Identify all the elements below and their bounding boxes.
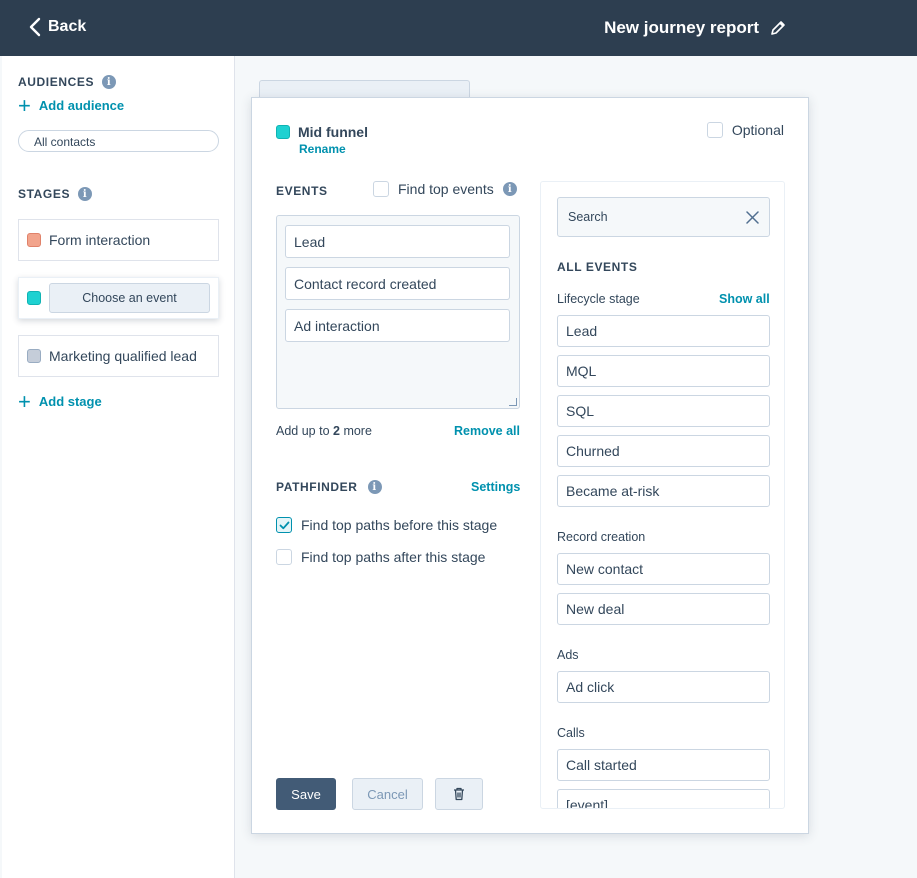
- plus-icon: +: [18, 92, 31, 118]
- checkmark-icon: [279, 521, 289, 529]
- cancel-button[interactable]: Cancel: [352, 778, 423, 810]
- event-option[interactable]: [event]: [557, 789, 770, 808]
- stage-color-swatch[interactable]: [276, 125, 290, 139]
- add-up-suffix: more: [343, 424, 372, 438]
- stage-color-swatch: [27, 233, 41, 247]
- group-label-calls: Calls: [557, 726, 585, 740]
- add-up-hint: Add up to 2 more: [276, 424, 372, 438]
- trash-icon: [454, 787, 464, 801]
- search-placeholder: Search: [568, 210, 608, 224]
- back-label: Back: [48, 18, 87, 35]
- path-option-label: Find top paths after this stage: [301, 549, 486, 565]
- group-label-record-creation: Record creation: [557, 530, 646, 544]
- optional-label: Optional: [731, 122, 784, 138]
- event-option[interactable]: Ad click: [557, 671, 770, 703]
- add-stage-label: Add stage: [38, 394, 102, 409]
- path-option-after[interactable]: Find top paths after this stage: [276, 549, 485, 565]
- pencil-icon[interactable]: [769, 19, 787, 37]
- event-option[interactable]: Became at-risk: [557, 475, 770, 507]
- delete-button[interactable]: [435, 778, 483, 810]
- group-label-ads: Ads: [557, 648, 579, 662]
- stage-card-active[interactable]: Choose an event: [18, 277, 219, 319]
- info-icon[interactable]: i: [102, 75, 117, 89]
- stage-card-form-interaction[interactable]: Form interaction: [18, 219, 219, 261]
- info-icon[interactable]: i: [502, 182, 517, 196]
- path-option-before[interactable]: Find top paths before this stage: [276, 517, 497, 533]
- selected-event[interactable]: Lead: [285, 225, 510, 258]
- event-option[interactable]: New deal: [557, 593, 770, 625]
- stages-label: STAGES: [18, 187, 71, 201]
- event-option[interactable]: SQL: [557, 395, 770, 427]
- back-button[interactable]: Back: [28, 17, 86, 37]
- event-picker: Search ALL EVENTS Lifecycle stage Show a…: [540, 181, 785, 809]
- audiences-label: AUDIENCES: [18, 75, 95, 89]
- pathfinder-heading: PATHFINDER i: [276, 480, 382, 494]
- rename-link[interactable]: Rename: [299, 142, 346, 156]
- event-option[interactable]: New contact: [557, 553, 770, 585]
- pathfinder-label: PATHFINDER: [276, 480, 358, 494]
- info-icon[interactable]: i: [78, 187, 93, 201]
- top-bar: Back New journey report: [0, 0, 917, 56]
- selected-events-box[interactable]: Lead Contact record created Ad interacti…: [276, 215, 520, 409]
- path-option-label: Find top paths before this stage: [301, 517, 498, 533]
- stage-edit-panel: Mid funnel Rename Optional EVENTS Find t…: [251, 97, 809, 834]
- add-stage-button[interactable]: + Add stage: [18, 388, 102, 414]
- settings-link[interactable]: Settings: [471, 480, 520, 494]
- audiences-heading: AUDIENCES i: [18, 75, 117, 89]
- stage-card-mql[interactable]: Marketing qualified lead: [18, 335, 219, 377]
- find-top-events-label: Find top events: [398, 181, 494, 197]
- add-up-prefix: Add up to: [276, 424, 330, 438]
- audience-pill[interactable]: All contacts: [18, 130, 219, 152]
- report-title: New journey report: [604, 18, 787, 38]
- remove-all-link[interactable]: Remove all: [454, 424, 520, 438]
- page-title: New journey report: [604, 18, 759, 37]
- optional-checkbox[interactable]: [706, 122, 723, 138]
- plus-icon: +: [18, 388, 31, 414]
- resize-handle-icon[interactable]: [509, 398, 517, 406]
- save-button[interactable]: Save: [276, 778, 336, 810]
- selected-event[interactable]: Contact record created: [285, 267, 510, 300]
- chevron-left-icon: [29, 17, 41, 37]
- find-top-events-checkbox[interactable]: [373, 181, 389, 197]
- stage-label: Form interaction: [49, 232, 151, 248]
- add-audience-label: Add audience: [38, 98, 125, 113]
- all-events-heading: ALL EVENTS: [557, 260, 638, 274]
- stage-label: Marketing qualified lead: [49, 348, 197, 364]
- stages-heading: STAGES i: [18, 187, 93, 201]
- find-top-events-toggle[interactable]: Find top events i: [373, 181, 517, 197]
- info-icon[interactable]: i: [367, 480, 382, 494]
- selected-event[interactable]: Ad interaction: [285, 309, 510, 342]
- path-before-checkbox[interactable]: [276, 517, 292, 533]
- stage-name: Mid funnel: [276, 124, 368, 140]
- stage-name-label: Mid funnel: [298, 124, 368, 140]
- choose-event-button[interactable]: Choose an event: [49, 283, 210, 313]
- event-option[interactable]: Call started: [557, 749, 770, 781]
- stage-color-swatch: [27, 291, 41, 305]
- close-icon[interactable]: [746, 211, 759, 224]
- add-audience-button[interactable]: + Add audience: [18, 92, 125, 118]
- event-option[interactable]: Lead: [557, 315, 770, 347]
- group-label-lifecycle: Lifecycle stage: [557, 292, 640, 306]
- event-option[interactable]: MQL: [557, 355, 770, 387]
- events-heading: EVENTS: [276, 184, 328, 198]
- search-input[interactable]: Search: [557, 197, 770, 237]
- event-option[interactable]: Churned: [557, 435, 770, 467]
- optional-toggle[interactable]: Optional: [706, 122, 784, 138]
- sidebar: AUDIENCES i + Add audience All contacts …: [2, 56, 235, 878]
- show-all-link[interactable]: Show all: [719, 292, 770, 306]
- stage-color-swatch: [27, 349, 41, 363]
- add-up-count: 2: [333, 424, 340, 438]
- path-after-checkbox[interactable]: [276, 549, 292, 565]
